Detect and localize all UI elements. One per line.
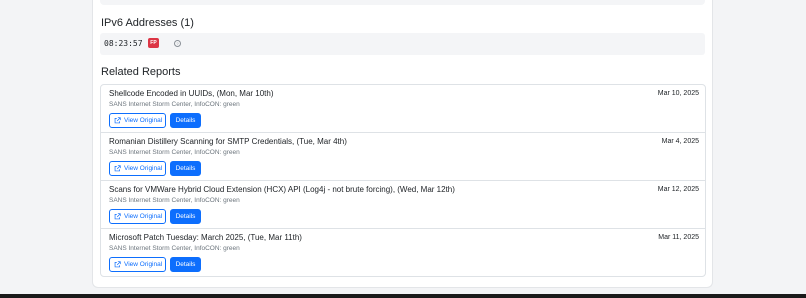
- view-original-button[interactable]: View Original: [109, 209, 166, 224]
- view-original-button[interactable]: View Original: [109, 161, 166, 176]
- report-date: Mar 4, 2025: [661, 138, 699, 145]
- view-original-label: View Original: [124, 213, 163, 220]
- view-original-button[interactable]: View Original: [109, 257, 166, 272]
- report-date: Mar 10, 2025: [657, 90, 699, 97]
- window-bottom-edge: [0, 294, 806, 298]
- related-reports-list: Shellcode Encoded in UUIDs, (Mon, Mar 10…: [100, 84, 706, 277]
- details-button[interactable]: Details: [170, 209, 201, 224]
- external-link-icon: [114, 213, 121, 220]
- ipv6-address-value: 08:23:57: [104, 39, 143, 48]
- related-reports-title: Related Reports: [101, 66, 181, 78]
- list-item: Microsoft Patch Tuesday: March 2025, (Tu…: [101, 229, 705, 276]
- report-date: Mar 11, 2025: [658, 234, 699, 241]
- view-original-label: View Original: [124, 165, 163, 172]
- details-button[interactable]: Details: [170, 113, 201, 128]
- report-title: Microsoft Patch Tuesday: March 2025, (Tu…: [109, 233, 302, 242]
- details-button[interactable]: Details: [170, 257, 201, 272]
- report-title: Shellcode Encoded in UUIDs, (Mon, Mar 10…: [109, 89, 274, 98]
- view-original-button[interactable]: View Original: [109, 113, 166, 128]
- list-item: Shellcode Encoded in UUIDs, (Mon, Mar 10…: [101, 85, 705, 133]
- report-source: SANS Internet Storm Center, InfoCON: gre…: [109, 101, 240, 108]
- list-item: Scans for VMWare Hybrid Cloud Extension …: [101, 181, 705, 229]
- report-date: Mar 12, 2025: [657, 186, 699, 193]
- details-card: IPv6 Addresses (1) 08:23:57 FP ? Related…: [92, 0, 713, 288]
- false-positive-badge: FP: [148, 38, 159, 48]
- external-link-icon: [114, 261, 121, 268]
- report-title: Scans for VMWare Hybrid Cloud Extension …: [109, 185, 455, 194]
- report-title: Romanian Distillery Scanning for SMTP Cr…: [109, 137, 347, 146]
- report-source: SANS Internet Storm Center, InfoCON: gre…: [109, 245, 240, 252]
- view-original-label: View Original: [124, 117, 163, 124]
- external-link-icon: [114, 117, 121, 124]
- report-source: SANS Internet Storm Center, InfoCON: gre…: [109, 149, 240, 156]
- view-original-label: View Original: [124, 261, 163, 268]
- external-link-icon: [114, 165, 121, 172]
- help-icon[interactable]: ?: [174, 40, 181, 47]
- previous-section-end: [100, 0, 705, 5]
- report-source: SANS Internet Storm Center, InfoCON: gre…: [109, 197, 240, 204]
- ipv6-section-title: IPv6 Addresses (1): [101, 17, 194, 29]
- details-button[interactable]: Details: [170, 161, 201, 176]
- ipv6-address-row: 08:23:57 FP ?: [100, 33, 705, 55]
- list-item: Romanian Distillery Scanning for SMTP Cr…: [101, 133, 705, 181]
